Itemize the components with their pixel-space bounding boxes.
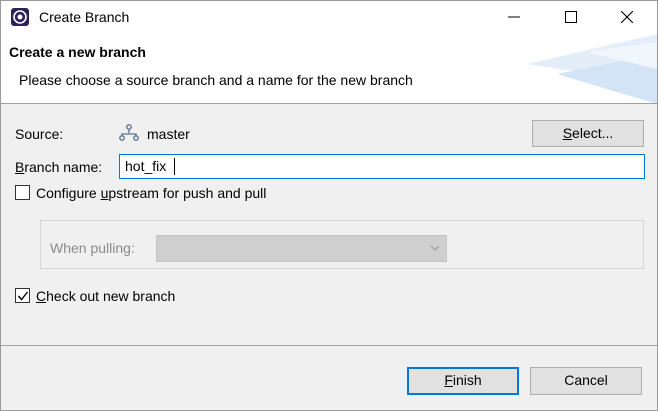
eclipse-app-icon bbox=[11, 8, 29, 26]
when-pulling-select[interactable] bbox=[156, 235, 447, 262]
title-bar[interactable]: Create Branch bbox=[1, 1, 657, 34]
finish-label-rest: inish bbox=[452, 372, 482, 388]
upstream-label-post: pstream for push and pull bbox=[108, 185, 267, 201]
checkout-mnemonic: C bbox=[36, 288, 47, 304]
branch-name-mnemonic: B bbox=[15, 159, 25, 175]
branch-name-input[interactable]: hot_fix bbox=[119, 154, 645, 179]
configure-upstream-label[interactable]: Configure upstream for push and pull bbox=[36, 185, 266, 201]
checkout-branch-checkbox[interactable] bbox=[15, 288, 30, 303]
header-title: Create a new branch bbox=[9, 44, 146, 60]
branch-name-value: hot_fix bbox=[125, 158, 167, 174]
maximize-icon bbox=[565, 11, 577, 23]
select-source-button[interactable]: Select... bbox=[532, 120, 644, 147]
configure-upstream-checkbox[interactable] bbox=[15, 185, 30, 200]
button-bar-separator bbox=[1, 345, 657, 346]
close-icon bbox=[621, 11, 633, 23]
checkout-label-rest: heck out new branch bbox=[46, 288, 176, 304]
minimize-icon bbox=[508, 16, 520, 18]
checkmark-icon bbox=[17, 291, 29, 301]
checkout-branch-label[interactable]: Check out new branch bbox=[36, 288, 175, 304]
text-caret bbox=[174, 158, 175, 175]
cancel-button[interactable]: Cancel bbox=[530, 367, 642, 395]
upstream-options-group: When pulling: bbox=[40, 220, 644, 269]
close-button[interactable] bbox=[604, 1, 650, 34]
minimize-button[interactable] bbox=[491, 1, 537, 34]
select-mnemonic: S bbox=[562, 125, 573, 141]
when-pulling-label: When pulling: bbox=[50, 240, 135, 256]
wizard-header: Create a new branch Please choose a sour… bbox=[1, 34, 657, 104]
finish-mnemonic: F bbox=[444, 372, 453, 388]
maximize-button[interactable] bbox=[548, 1, 594, 34]
finish-button[interactable]: Finish bbox=[407, 367, 519, 395]
header-message: Please choose a source branch and a name… bbox=[19, 72, 413, 88]
create-branch-dialog: Create Branch Create a new branch Please… bbox=[0, 0, 658, 411]
branch-name-label-rest: ranch name: bbox=[24, 159, 103, 175]
header-banner-graphic bbox=[527, 34, 657, 103]
source-label: Source: bbox=[15, 126, 64, 142]
window-title: Create Branch bbox=[39, 9, 130, 25]
upstream-label-pre: Configure bbox=[36, 185, 101, 201]
source-branch-value: master bbox=[147, 126, 190, 142]
chevron-down-icon bbox=[430, 245, 440, 251]
branch-icon bbox=[119, 124, 139, 145]
select-label-rest: elect... bbox=[572, 125, 614, 141]
branch-name-label: Branch name: bbox=[15, 159, 102, 175]
